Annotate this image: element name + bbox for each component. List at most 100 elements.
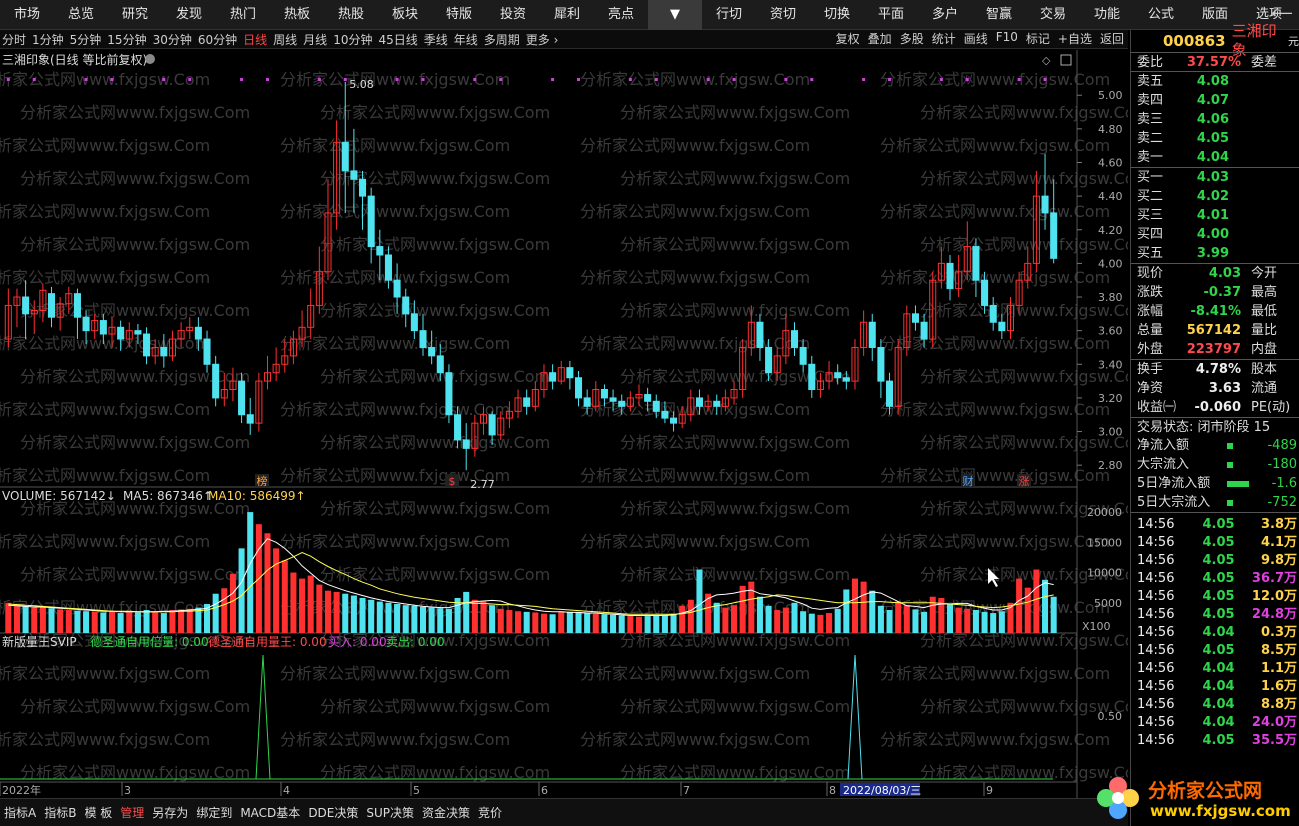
ask-row: 卖五 4.08 [1131,72,1299,91]
menu-item-9[interactable]: 投资 [486,0,540,30]
menu-item-13[interactable]: 行切 [702,0,756,30]
volume-bar [877,605,884,633]
menu-item-15[interactable]: 切换 [810,0,864,30]
candle-body [47,293,56,318]
bottom-tab-8[interactable]: SUP决策 [366,804,414,821]
title-settings-icon[interactable] [145,54,155,64]
menu-item-8[interactable]: 特版 [432,0,486,30]
volume-legend-ma10: MA10: 586499↑ [208,489,306,503]
tool-button-0[interactable]: 复权 [836,30,860,47]
menu-item-20[interactable]: 功能 [1080,0,1134,30]
watermark-text: 分析家公式网www.fxjgsw.Com [620,367,850,386]
stock-code: 000863 [1163,31,1226,50]
menu-item-18[interactable]: 智赢 [972,0,1026,30]
volume-bar [843,589,850,633]
period-4[interactable]: 30分钟 [153,31,192,48]
maximize-icon[interactable] [1060,54,1072,66]
x-axis-label: 3 [124,784,131,797]
bottom-tab-0[interactable]: 指标A [4,804,36,821]
tool-button-2[interactable]: 多股 [900,30,924,47]
menu-item-5[interactable]: 热板 [270,0,324,30]
period-6[interactable]: 日线 [243,31,267,48]
tool-button-7[interactable]: +自选 [1058,30,1092,47]
ask-book: 卖五 4.08 卖四 4.07 卖三 4.06 卖二 4.05 卖一 4.04 [1131,71,1299,167]
tick-time: 14:56 [1137,588,1175,604]
watermark-text: 分析家公式网www.fxjgsw.Com [920,433,1128,452]
volume-bar [152,611,159,633]
volume-bar [57,609,64,633]
bottom-tab-7[interactable]: DDE决策 [308,804,358,821]
bottom-tab-4[interactable]: 另存为 [152,804,188,821]
tool-button-6[interactable]: 标记 [1026,30,1050,47]
period-9[interactable]: 10分钟 [333,31,372,48]
tool-button-3[interactable]: 统计 [932,30,956,47]
tool-button-4[interactable]: 画线 [964,30,988,47]
candle-body [574,377,583,399]
tick-row: 14:56 4.04 1.6万 [1131,677,1299,695]
watermark-text: 分析家公式网www.fxjgsw.Com [580,400,810,419]
menu-item-6[interactable]: 热股 [324,0,378,30]
candle-body [523,397,531,407]
menu-item-14[interactable]: 资切 [756,0,810,30]
period-8[interactable]: 月线 [303,31,327,48]
bottom-tab-5[interactable]: 绑定到 [196,804,232,821]
bottom-tab-3[interactable]: 管理 [120,804,144,821]
menu-item-4[interactable]: 热门 [216,0,270,30]
bottom-tab-6[interactable]: MACD基本 [240,804,300,821]
menu-item-21[interactable]: 公式 [1134,0,1188,30]
period-2[interactable]: 5分钟 [70,31,102,48]
kline-chart[interactable]: 分析家公式网www.fxjgsw.Com 分析家公式网www.fxjgsw.Com… [0,50,1128,798]
menu-item-0[interactable]: 市场 [0,0,54,30]
period-10[interactable]: 45日线 [378,31,417,48]
menu-item-11[interactable]: 亮点 [594,0,648,30]
volume-bar [756,596,763,633]
tick-time: 14:56 [1137,714,1175,730]
period-14[interactable]: 更多 › [526,31,559,48]
menu-item-10[interactable]: 犀利 [540,0,594,30]
tool-button-8[interactable]: 返回 [1100,30,1124,47]
event-marker[interactable]: 榜 [257,474,268,488]
bottom-tab-10[interactable]: 竞价 [478,804,502,821]
candle-body [998,321,1006,332]
watermark-text: 分析家公式网www.fxjgsw.Com [320,499,550,518]
bottom-tab-1[interactable]: 指标B [44,804,76,821]
menu-item-1[interactable]: 总览 [54,0,108,30]
ask-price: 4.06 [1196,112,1229,127]
menu-item-3[interactable]: 发现 [162,0,216,30]
period-0[interactable]: 分时 [2,31,26,48]
period-5[interactable]: 60分钟 [198,31,237,48]
event-marker[interactable]: $ [449,475,456,488]
signal-dot [317,78,321,81]
tick-row: 14:56 4.05 8.5万 [1131,641,1299,659]
event-marker[interactable]: 涨 [1019,475,1030,488]
volume-bar [385,602,392,633]
tool-button-1[interactable]: 叠加 [868,30,892,47]
period-1[interactable]: 1分钟 [32,31,64,48]
period-7[interactable]: 周线 [273,31,297,48]
volume-bar [1042,579,1049,633]
menu-item-2[interactable]: 研究 [108,0,162,30]
menu-item-19[interactable]: 交易 [1026,0,1080,30]
event-marker[interactable]: 财 [963,474,974,488]
tool-button-5[interactable]: F10 [996,30,1018,47]
candle-body [359,178,367,197]
volume-bar [817,614,824,633]
bottom-tab-2[interactable]: 模 板 [84,804,112,821]
menu-item-7[interactable]: 板块 [378,0,432,30]
tick-volume: 3.8万 [1260,516,1297,532]
period-3[interactable]: 15分钟 [107,31,146,48]
menu-item-16[interactable]: 平面 [864,0,918,30]
menu-item-12[interactable]: ▼ [648,0,702,30]
diamond-icon[interactable]: ◇ [1042,54,1051,67]
signal-dot [939,78,943,81]
volume-bar [1033,569,1040,633]
volume-bar [566,611,573,633]
tick-time: 14:56 [1137,570,1175,586]
back-arrow-icon[interactable]: ⟵ [1271,4,1293,22]
price-tick-label: 4.00 [1098,257,1123,270]
period-13[interactable]: 多周期 [484,31,520,48]
menu-item-17[interactable]: 多户 [918,0,972,30]
period-11[interactable]: 季线 [424,31,448,48]
bottom-tab-9[interactable]: 资金决策 [422,804,470,821]
period-12[interactable]: 年线 [454,31,478,48]
